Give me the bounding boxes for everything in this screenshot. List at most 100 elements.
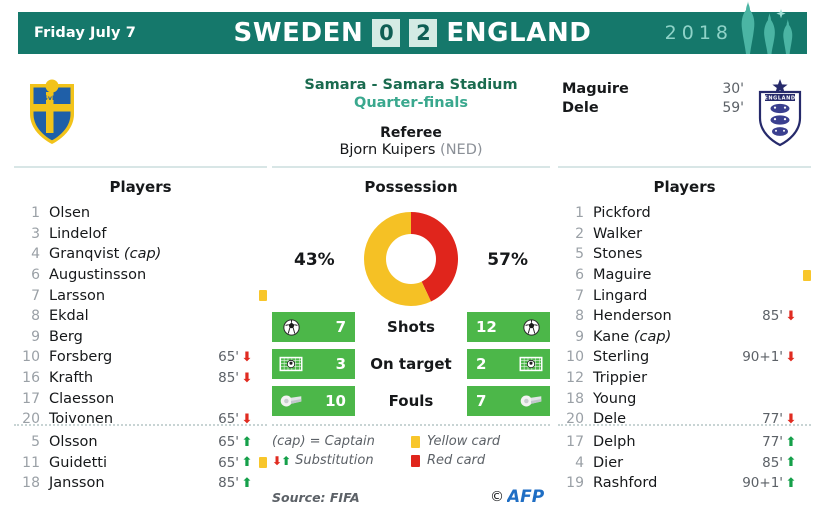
player-name: Trippier [593,370,648,387]
player-name: Augustinsson [49,267,147,284]
stat-bar-home: 10 [272,386,355,416]
stat-bar-away: 2 [467,349,550,379]
match-infographic: Friday July 7 SWEDEN 0 2 ENGLAND 2018 Sv… [0,0,825,519]
away-team-name: ENGLAND [446,18,592,48]
goalscorer-name: Maguire [562,81,629,97]
substitution-time: 85' [762,308,783,325]
player-row: 10 Forsberg 65' ⬇ [14,347,267,368]
player-name: Walker [593,225,643,242]
player-name: Olsson [49,434,98,451]
legend-red-label: Red card [427,453,486,468]
player-number: 6 [31,267,40,284]
substitution-time: 85' [218,475,239,492]
legend-yellow: Yellow card [411,434,550,449]
player-name: Young [593,390,637,407]
goalscorer-row: Dele 59' [562,99,744,118]
yellow-card-icon [259,290,267,302]
player-number: 3 [31,225,40,242]
stat-away-value: 7 [476,392,487,410]
round-name: Quarter-finals [354,95,468,112]
home-players-title: Players [109,178,172,196]
divider-away [558,166,811,168]
sub-in-arrow-icon: ⬆ [785,455,797,471]
venue-name: Samara - Samara Stadium [304,77,518,93]
player-row: 6 Augustinsson [14,265,267,286]
player-row: 11 Guidetti 65' ⬆ [14,453,267,474]
player-number: 2 [575,225,584,242]
substitution-time: 85' [218,370,239,387]
stat-away-value: 2 [476,355,487,373]
player-name: Ekdal [49,308,89,325]
player-row: 8 Henderson 85' ⬇ [558,306,811,327]
player-name: Lingard [593,287,648,304]
afp-logo-icon: AFP [507,487,545,506]
player-number: 1 [31,205,40,222]
kremlin-domes-icon [741,1,793,54]
player-number: 9 [31,328,40,345]
player-row: 10 Sterling 90+1' ⬇ [558,347,811,368]
player-row: 8 Ekdal [14,306,267,327]
legend-captain-label: (cap) = Captain [272,434,375,449]
player-number: 18 [566,390,584,407]
yellow-card-icon [803,269,811,281]
stat-label: Shots [387,318,435,336]
away-substitutes: 17 Delph 77' ⬆ 4 Dier 85' ⬆ 19 Rashford 90+1' ⬆ [558,432,811,494]
player-name: Claesson [49,390,115,407]
player-row: 2 Walker [558,224,811,245]
header-bar: Friday July 7 SWEDEN 0 2 ENGLAND 2018 [18,1,807,54]
possession-away-value: 57% [487,250,528,270]
sub-in-arrow-icon: ⬆ [785,475,797,491]
goal-net-icon [279,353,303,375]
player-row: 17 Delph 77' ⬆ [558,432,811,453]
yellow-card-icon [411,435,420,448]
stat-row: 10 Fouls 7 [272,386,550,416]
home-substitutes: 5 Olsson 65' ⬆ 11 Guidetti 65' ⬆ 18 Jansson 85' ⬆ [14,432,267,494]
player-row: 4 Dier 85' ⬆ [558,453,811,474]
afp-credit: © AFP [490,487,553,506]
sub-in-arrow-icon: ⬆ [241,434,253,450]
player-number: 19 [566,475,584,492]
stat-row: 7 Shots 12 [272,312,550,342]
substitution-time: 65' [218,349,239,366]
card-slot [255,290,267,302]
legend: (cap) = Captain Yellow card ⬇⬆ Substitut… [272,432,550,470]
player-row: 5 Olsson 65' ⬆ [14,432,267,453]
possession-donut-icon [364,212,458,306]
substitution-time: 65' [218,434,239,451]
captain-marker: (cap) [629,328,672,345]
player-row: 20 Dele 77' ⬇ [558,409,811,430]
match-stats: 7 Shots 12 3 On target 2 10 Fouls 7 [272,312,550,423]
sub-out-arrow-icon: ⬇ [241,349,253,365]
player-row: 19 Rashford 90+1' ⬆ [558,473,811,494]
player-row: 12 Trippier [558,368,811,389]
player-row: 3 Lindelof [14,224,267,245]
goalscorer-time: 30' [722,81,744,97]
player-row: 9 Berg [14,327,267,348]
referee-name: Bjorn Kuipers (NED) [268,142,554,158]
player-name: Maguire [593,267,652,284]
player-number: 18 [22,475,40,492]
player-number: 12 [566,370,584,387]
football-icon [279,316,303,338]
sub-out-arrow-icon: ⬇ [785,349,797,365]
card-slot [255,457,267,469]
player-row: 16 Krafth 85' ⬇ [14,368,267,389]
goal-net-icon [519,353,543,375]
sub-in-arrow-icon: ⬆ [785,434,797,450]
player-row: 7 Lingard [558,285,811,306]
stat-home-value: 10 [325,392,346,410]
player-number: 10 [566,349,584,366]
home-team-name: SWEDEN [233,18,364,48]
player-row: 1 Olsen [14,203,267,224]
sub-out-arrow-icon: ⬇ [785,308,797,324]
stat-home-value: 3 [335,355,346,373]
match-info: Samara - Samara Stadium Quarter-finals R… [268,76,554,158]
player-number: 6 [575,267,584,284]
legend-row-2: ⬇⬆ Substitution Red card [272,451,550,470]
sub-in-arrow-icon: ⬆ [241,455,253,471]
player-row: 9 Kane (cap) [558,327,811,348]
home-subs-separator [14,424,267,426]
home-score: 0 [372,19,401,47]
player-name: Kane (cap) [593,328,672,345]
player-number: 17 [566,434,584,451]
